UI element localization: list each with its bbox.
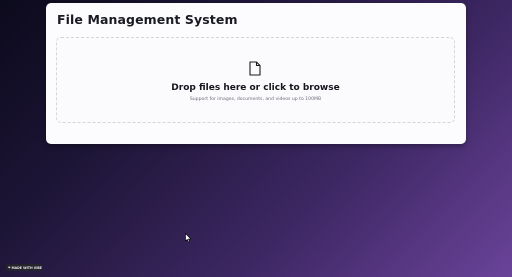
file-drop-zone[interactable]: Drop files here or click to browse Suppo… xyxy=(56,37,455,123)
badge-label: MADE WITH VIBE xyxy=(11,265,43,270)
upload-hint: Support for images, documents, and video… xyxy=(189,97,322,102)
file-manager-card: File Management System Drop files here o… xyxy=(46,3,466,144)
file-icon xyxy=(249,61,261,76)
heart-icon xyxy=(8,266,11,269)
page-title: File Management System xyxy=(57,12,238,27)
mouse-cursor-icon xyxy=(185,233,192,243)
made-with-badge[interactable]: MADE WITH VIBE xyxy=(6,264,42,271)
drop-prompt: Drop files here or click to browse xyxy=(171,83,340,93)
